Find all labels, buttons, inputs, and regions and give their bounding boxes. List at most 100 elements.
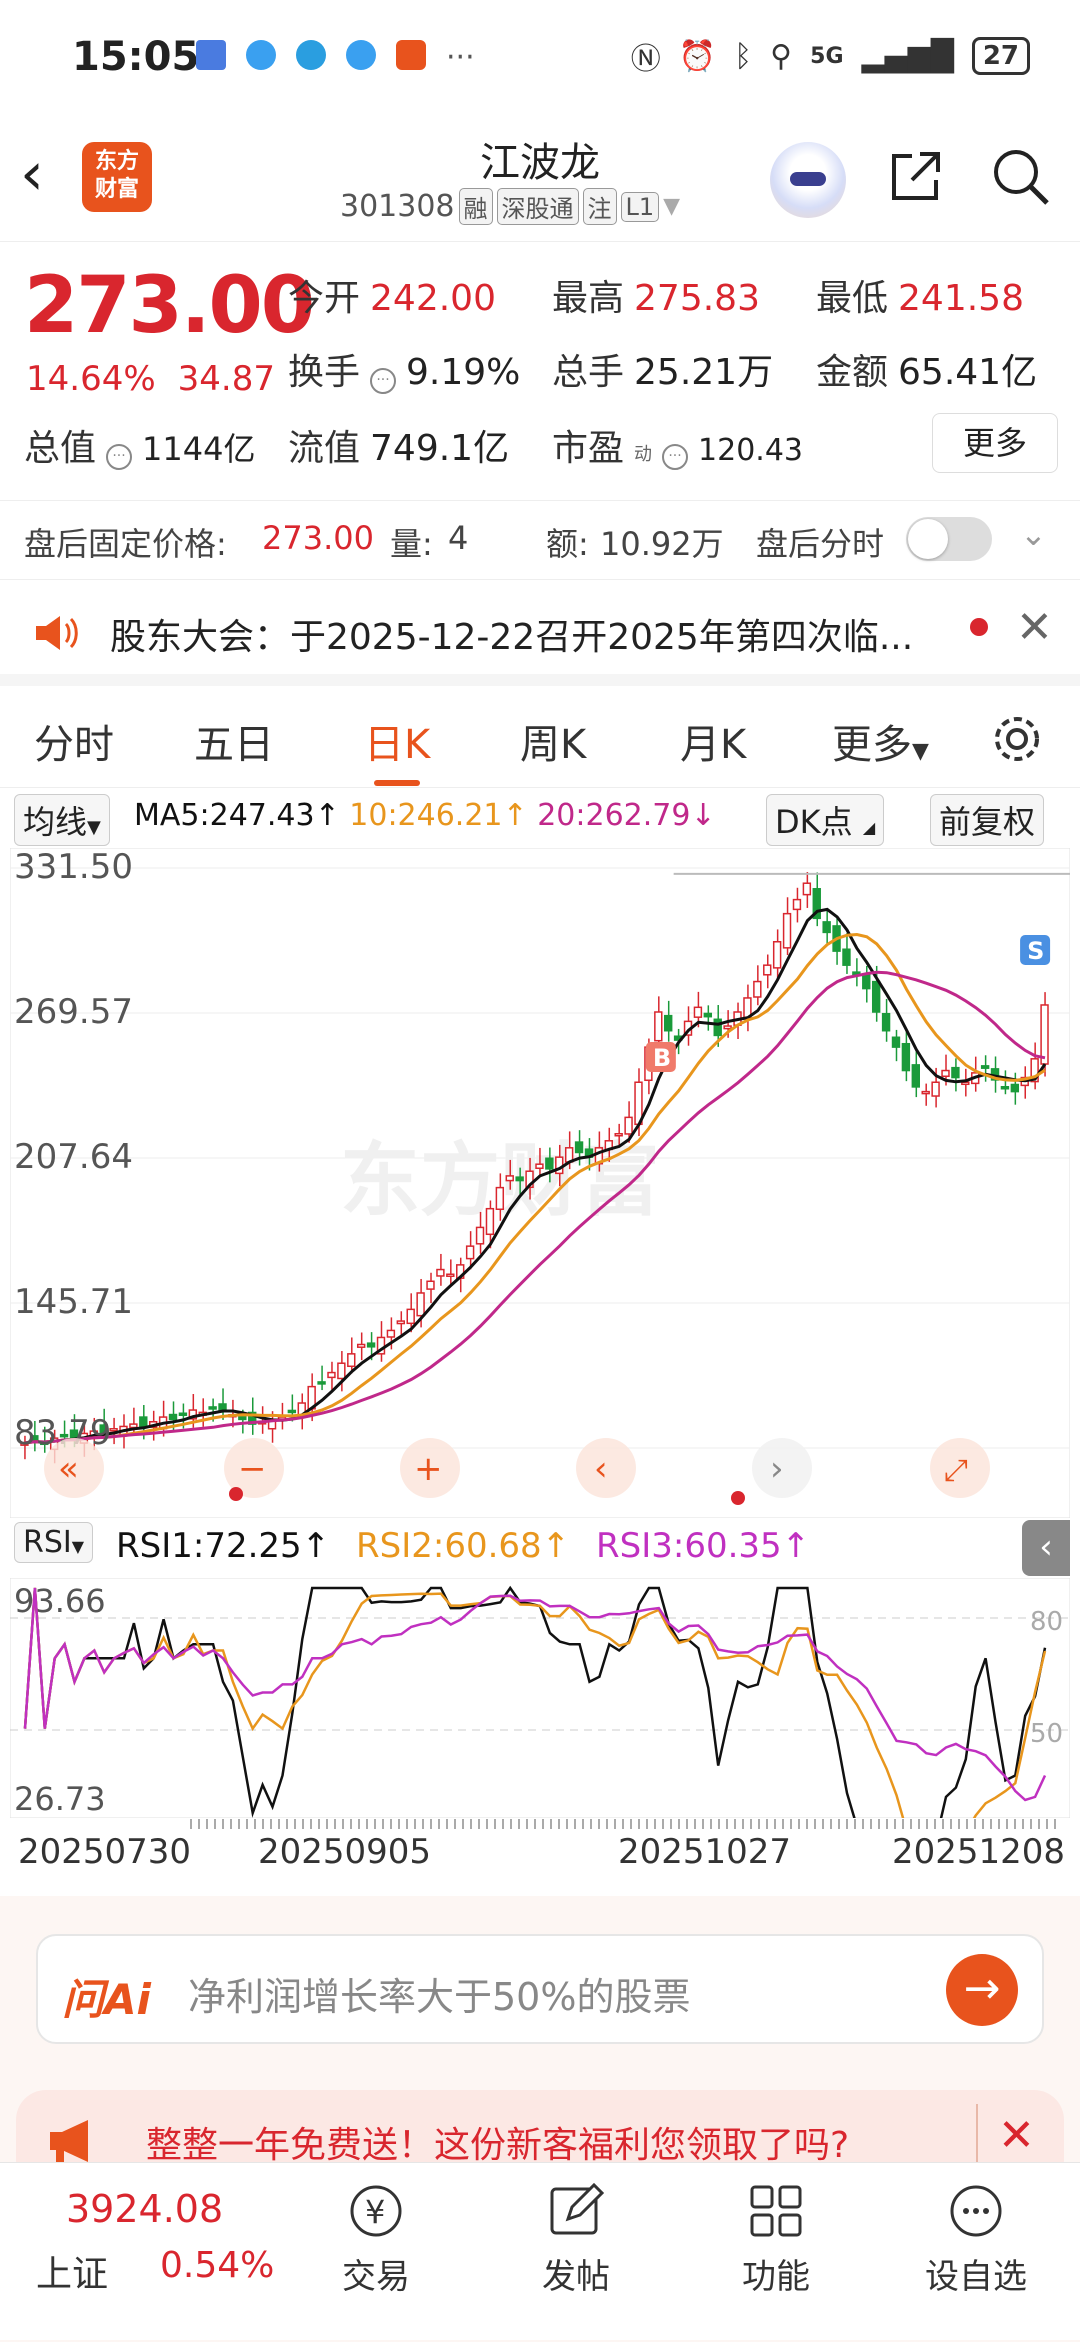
nav-post-label: 发帖	[542, 2257, 610, 2297]
low-label: 最低	[816, 278, 889, 319]
status-time: 15:05	[72, 34, 200, 80]
ah-vol-label: 量:	[390, 525, 433, 563]
candle-body	[485, 1207, 495, 1236]
tab-daily-k[interactable]: 日K	[364, 712, 430, 786]
gear-icon[interactable]	[990, 712, 1044, 766]
caret-down-icon: ▼	[71, 1537, 85, 1556]
nav-post[interactable]: 发帖	[506, 2179, 646, 2298]
more-button[interactable]: 更多	[932, 413, 1058, 473]
turnover-cell[interactable]: 换手 ··· 9.19%	[288, 343, 520, 395]
signal-icon: ▂▄▆█	[861, 38, 954, 74]
rsi1-value: RSI1:72.25↑	[116, 1526, 331, 1566]
search-icon[interactable]	[988, 144, 1054, 210]
rsi-bottom-label: 26.73	[14, 1780, 106, 1818]
collapse-side-button[interactable]: ‹	[1022, 1520, 1070, 1576]
amount-value: 65.41亿	[898, 352, 1038, 393]
after-hours-bar: 盘后固定价格: 273.00 量: 4 额: 10.92万 盘后分时 ⌄	[0, 500, 1080, 580]
mail-app-icon	[196, 40, 226, 70]
location-icon: ⚲	[770, 38, 793, 74]
arrow-right-icon[interactable]: →	[946, 1954, 1018, 2026]
candle-body	[703, 1012, 713, 1018]
ma-bar: 均线▼ MA5:247.43↑ 10:246.21↑ 20:262.79↓ DK…	[0, 790, 1080, 846]
candle-body	[129, 1423, 138, 1429]
nav-trade-label: 交易	[342, 2257, 410, 2297]
turnover-value: 9.19%	[406, 352, 521, 393]
ask-ai-bar[interactable]: 问Ai 净利润增长率大于50%的股票 →	[36, 1934, 1044, 2044]
amount-label: 金额	[816, 352, 889, 393]
unread-dot	[970, 618, 988, 636]
tab-5day[interactable]: 五日	[194, 712, 274, 770]
double-chevron-left-icon: «	[58, 1449, 79, 1489]
candle-body	[862, 973, 871, 990]
rsi-select[interactable]: RSI▼	[14, 1522, 94, 1563]
promo-text: 整整一年免费送！这份新客福利您领取了吗?	[146, 2125, 850, 2166]
candle-body	[366, 1342, 376, 1348]
dk-point-select[interactable]: DK点 ◢	[766, 794, 885, 846]
candle-body	[921, 1090, 930, 1095]
candle-body	[426, 1280, 435, 1290]
share-icon[interactable]	[886, 146, 946, 206]
candle-body	[218, 1403, 227, 1411]
candle-body	[416, 1292, 425, 1317]
candle-body	[941, 1069, 950, 1078]
low-value: 241.58	[898, 278, 1024, 319]
nav-functions[interactable]: 功能	[706, 2179, 846, 2298]
open-value: 242.00	[370, 278, 496, 319]
mktcap-cell[interactable]: 总值 ··· 1144亿	[24, 419, 255, 471]
change-pct: 14.64%	[26, 359, 156, 399]
candle-body	[713, 1018, 722, 1037]
tag-connect: 深股通	[496, 188, 579, 225]
candle-body	[139, 1416, 148, 1428]
candle-body	[901, 1042, 911, 1072]
adjust-select[interactable]: 前复权	[930, 794, 1045, 846]
candle-body	[208, 1406, 217, 1410]
candle-body	[871, 980, 881, 1013]
high-cell: 最高 275.83	[552, 269, 760, 321]
candle-body	[406, 1308, 415, 1325]
index-value: 3924.08	[66, 2187, 224, 2231]
ai-assistant-avatar[interactable]	[770, 142, 846, 218]
tab-more[interactable]: 更多▼	[832, 712, 929, 770]
pe-cell[interactable]: 市盈动 ··· 120.43	[552, 419, 803, 471]
close-icon[interactable]: ✕	[1016, 602, 1053, 653]
ma20-value: 20:262.79↓	[537, 798, 716, 833]
nav-trade[interactable]: ¥ 交易	[306, 2179, 446, 2298]
date-label-4: 20251208	[892, 1832, 1066, 1872]
candle-body	[891, 1036, 901, 1048]
info-icon: ···	[662, 444, 689, 470]
ma10-value: 10:246.21↑	[349, 798, 528, 833]
candle-body	[792, 898, 802, 911]
rsi-chart: 93.66 26.73 80 50	[10, 1578, 1070, 1818]
kline-chart[interactable]: 东方财富 331.50269.57207.64145.7183.79 BS « …	[10, 848, 1070, 1518]
after-hours-toggle[interactable]	[906, 517, 992, 561]
ask-ai-placeholder: 净利润增长率大于50%的股票	[188, 1975, 691, 2019]
info-icon: ···	[370, 368, 397, 394]
last-price: 273.00	[24, 261, 315, 351]
candle-body	[178, 1412, 188, 1416]
candle-body	[317, 1381, 326, 1385]
close-icon[interactable]: ✕	[998, 2110, 1035, 2161]
nav-add-watchlist[interactable]: 设自选	[906, 2179, 1046, 2298]
tag-registered: 注	[582, 188, 617, 225]
rsi2-value: RSI2:60.68↑	[356, 1526, 571, 1566]
rsi-top-label: 93.66	[14, 1582, 106, 1620]
notice-text: 股东大会：于2025-12-22召开2025年第四次临...	[110, 617, 914, 658]
bottom-nav: 3924.08 上证 0.54% ¥ 交易 发帖 功能 设自选	[0, 2162, 1080, 2340]
chevron-down-icon[interactable]: ⌄	[1020, 515, 1047, 553]
ah-price: 273.00	[262, 519, 374, 557]
candle-body	[614, 1133, 623, 1137]
event-dot	[731, 1491, 745, 1505]
tab-intraday[interactable]: 分时	[34, 712, 114, 770]
date-ticks	[190, 1819, 1060, 1829]
pe-sup: 动	[634, 444, 653, 465]
edit-icon	[550, 2182, 605, 2235]
stock-header: ‹ 东方 财富 江波龙 301308 融 深股通 注 L1 ▼	[0, 120, 1080, 242]
tab-weekly-k[interactable]: 周K	[520, 712, 586, 770]
ma-select[interactable]: 均线▼	[14, 794, 110, 846]
bluetooth-icon: ᛒ	[734, 38, 753, 74]
tab-monthly-k[interactable]: 月K	[680, 712, 746, 770]
notice-banner[interactable]: 股东大会：于2025-12-22召开2025年第四次临... ✕	[0, 582, 1080, 686]
stock-code-row[interactable]: 301308 融 深股通 注 L1 ▼	[340, 188, 680, 225]
nfc-icon: Ⓝ	[630, 42, 661, 77]
volume-cell: 总手 25.21万	[552, 343, 773, 395]
